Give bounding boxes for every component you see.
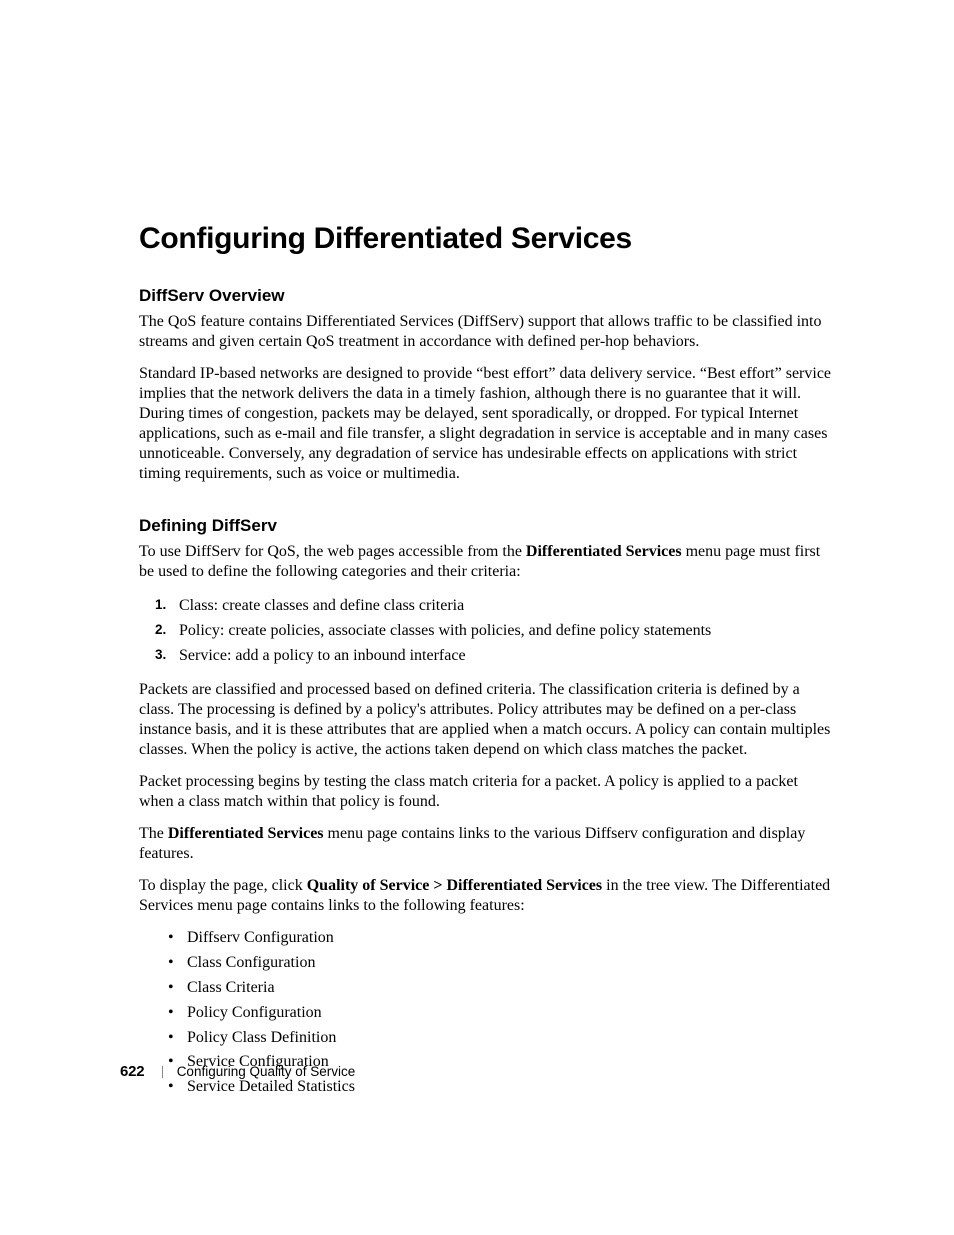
- list-text: Class Criteria: [187, 979, 275, 996]
- ordered-list: 1. Class: create classes and define class…: [139, 594, 834, 668]
- page-footer: 622 Configuring Quality of Service: [120, 1063, 355, 1080]
- text: To display the page, click: [139, 877, 307, 894]
- list-text: Policy: create policies, associate class…: [179, 622, 711, 639]
- list-item: Policy Class Definition: [187, 1026, 834, 1051]
- list-item: Diffserv Configuration: [187, 926, 834, 951]
- list-text: Service: add a policy to an inbound inte…: [179, 647, 466, 664]
- heading-defining-diffserv: Defining DiffServ: [139, 516, 834, 536]
- list-text: Diffserv Configuration: [187, 929, 334, 946]
- list-item: Class Criteria: [187, 976, 834, 1001]
- footer-separator: [162, 1066, 163, 1078]
- text: The: [139, 825, 168, 842]
- paragraph: Standard IP-based networks are designed …: [139, 364, 834, 484]
- paragraph: The QoS feature contains Differentiated …: [139, 312, 834, 352]
- footer-book-title: Configuring Quality of Service: [177, 1064, 356, 1079]
- list-item: 2.Policy: create policies, associate cla…: [179, 619, 834, 644]
- list-text: Policy Configuration: [187, 1004, 322, 1021]
- paragraph: To use DiffServ for QoS, the web pages a…: [139, 542, 834, 582]
- page-title: Configuring Differentiated Services: [139, 222, 834, 256]
- paragraph: Packets are classified and processed bas…: [139, 680, 834, 760]
- list-text: Service Detailed Statistics: [187, 1078, 355, 1095]
- breadcrumb-path: Quality of Service > Differentiated Serv…: [307, 877, 602, 894]
- paragraph: Packet processing begins by testing the …: [139, 772, 834, 812]
- list-text: Policy Class Definition: [187, 1029, 336, 1046]
- page: Configuring Differentiated Services Diff…: [0, 0, 954, 1235]
- page-number: 622: [120, 1063, 144, 1080]
- bold-text: Differentiated Services: [526, 543, 682, 560]
- bold-text: Differentiated Services: [168, 825, 324, 842]
- spacer: [139, 496, 834, 516]
- list-item: Class Configuration: [187, 951, 834, 976]
- list-item: 3.Service: add a policy to an inbound in…: [179, 644, 834, 669]
- list-item: Policy Configuration: [187, 1001, 834, 1026]
- list-number: 2.: [155, 620, 166, 641]
- paragraph: To display the page, click Quality of Se…: [139, 876, 834, 916]
- paragraph: The Differentiated Services menu page co…: [139, 824, 834, 864]
- list-item: 1.Class: create classes and define class…: [179, 594, 834, 619]
- list-number: 1.: [155, 595, 166, 616]
- list-text: Class: create classes and define class c…: [179, 597, 464, 614]
- heading-diffserv-overview: DiffServ Overview: [139, 286, 834, 306]
- list-number: 3.: [155, 645, 166, 666]
- list-text: Class Configuration: [187, 954, 315, 971]
- text: To use DiffServ for QoS, the web pages a…: [139, 543, 526, 560]
